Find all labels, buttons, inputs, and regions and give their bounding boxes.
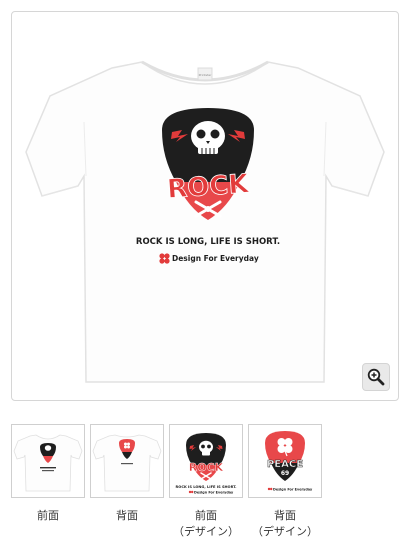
design-back-thumbnail: PEACE 69 Design For Everyday — [265, 431, 313, 491]
t-shirt-front-image: Printstar ROCK ROCK IS LONG, LIFE IS SHO… — [25, 60, 385, 383]
thumb-back-number: 69 — [281, 470, 289, 477]
thumb-design-title: ROCK — [189, 461, 224, 474]
t-shirt-front-thumbnail — [13, 434, 83, 492]
magnifier-plus-icon — [367, 368, 385, 386]
design-front-thumbnail: ROCK ROCK IS LONG, LIFE IS SHORT. Design… — [176, 433, 237, 494]
thumbnail-label-design-front: 前面 （デザイン） — [173, 509, 239, 538]
thumbnail-label-design-back: 背面 （デザイン） — [252, 509, 318, 538]
thumbnail-front[interactable] — [11, 424, 85, 498]
zoom-button[interactable] — [362, 363, 390, 391]
design-brand-text: Design For Everyday — [172, 254, 259, 263]
thumbnail-back[interactable] — [90, 424, 164, 498]
t-shirt-back-thumbnail — [92, 434, 162, 492]
design-title-text: ROCK — [166, 169, 250, 205]
main-product-image[interactable]: Printstar ROCK ROCK IS LONG, LIFE IS SHO… — [11, 11, 399, 401]
design-tagline-text: ROCK IS LONG, LIFE IS SHORT. — [136, 237, 280, 247]
thumb-design-brand: Design For Everyday — [194, 490, 234, 494]
thumbnail-design-back[interactable]: PEACE 69 Design For Everyday — [248, 424, 322, 498]
thumbnail-label-front: 前面 — [37, 509, 59, 522]
thumbnail-design-front[interactable]: ROCK ROCK IS LONG, LIFE IS SHORT. Design… — [169, 424, 243, 498]
thumb-back-title: PEACE — [267, 459, 303, 470]
thumbnail-label-back: 背面 — [116, 509, 138, 522]
thumb-back-brand: Design For Everyday — [273, 487, 313, 491]
shirt-tag-label: Printstar — [199, 73, 212, 77]
thumb-design-tagline: ROCK IS LONG, LIFE IS SHORT. — [176, 485, 237, 489]
